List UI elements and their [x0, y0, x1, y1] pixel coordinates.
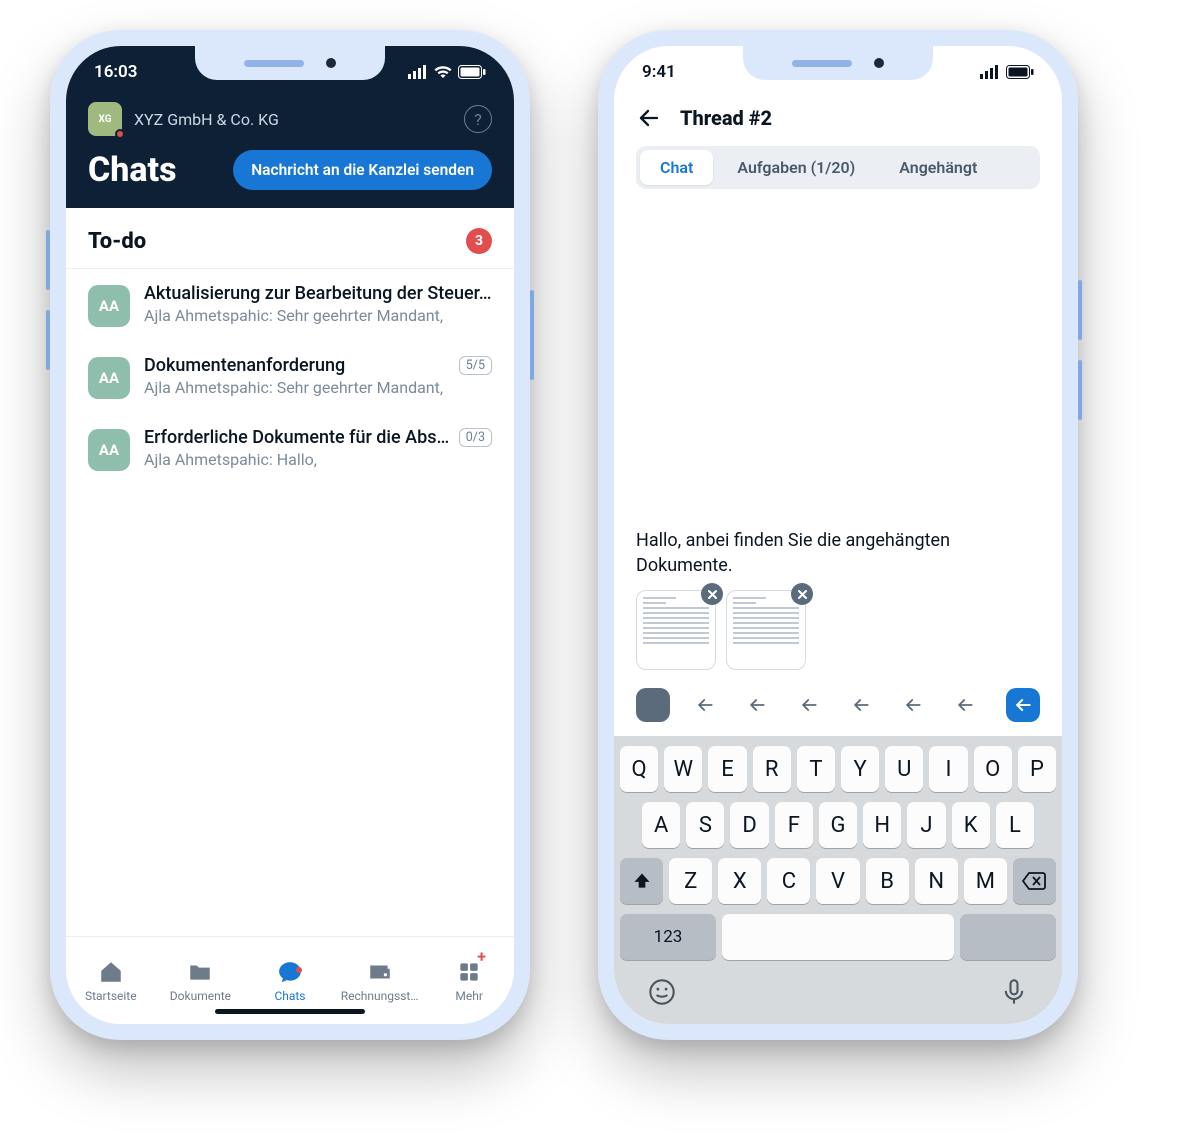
key-shift[interactable] — [620, 858, 663, 904]
wifi-icon — [434, 65, 452, 79]
key-m[interactable]: M — [964, 858, 1007, 904]
segment-control: Chat Aufgaben (1/20) Angehängt — [636, 146, 1040, 189]
chat-row[interactable]: AA Erforderliche Dokumente für die Absc…… — [66, 413, 514, 485]
signal-icon — [980, 65, 1000, 79]
progress-chip: 0/3 — [459, 428, 492, 447]
avatar: AA — [88, 429, 130, 471]
key-i[interactable]: I — [929, 746, 967, 792]
org-avatar[interactable]: XG — [88, 102, 122, 136]
org-name: XYZ GmbH & Co. KG — [134, 110, 452, 129]
key-h[interactable]: H — [863, 802, 901, 848]
key-u[interactable]: U — [885, 746, 923, 792]
key-x[interactable]: X — [718, 858, 761, 904]
microphone-icon — [1000, 978, 1028, 1006]
chat-title: Dokumentenanforderung — [144, 355, 451, 376]
toolbar-button[interactable] — [896, 688, 930, 722]
toolbar-button[interactable] — [688, 688, 722, 722]
key-backspace[interactable] — [1013, 858, 1056, 904]
key-p[interactable]: P — [1018, 746, 1056, 792]
close-icon — [707, 589, 718, 600]
toolbar-button[interactable] — [844, 688, 878, 722]
key-w[interactable]: W — [664, 746, 702, 792]
avatar: AA — [88, 285, 130, 327]
chat-row[interactable]: AA Dokumentenanforderung 5/5 Ajla Ahmets… — [66, 341, 514, 413]
thread-title: Thread #2 — [680, 106, 772, 130]
key-123[interactable]: 123 — [620, 914, 716, 960]
todo-count-badge: 3 — [466, 228, 492, 254]
key-v[interactable]: V — [816, 858, 859, 904]
key-n[interactable]: N — [915, 858, 958, 904]
battery-icon — [458, 65, 486, 79]
toolbar-button[interactable] — [948, 688, 982, 722]
segment-angehangt[interactable]: Angehängt — [879, 150, 997, 185]
tab-mehr[interactable]: + Mehr — [424, 937, 514, 1024]
key-b[interactable]: B — [866, 858, 909, 904]
emoji-button[interactable] — [648, 978, 676, 1010]
progress-chip: 5/5 — [459, 356, 492, 375]
key-y[interactable]: Y — [841, 746, 879, 792]
status-time: 16:03 — [94, 62, 137, 82]
status-time: 9:41 — [642, 62, 676, 82]
remove-attachment-button[interactable] — [791, 583, 813, 605]
attachment-thumb[interactable] — [636, 590, 716, 670]
chat-preview: Ajla Ahmetspahic: Sehr geehrter Mandant, — [144, 306, 492, 325]
chat-preview: Ajla Ahmetspahic: Hallo, — [144, 450, 492, 469]
chat-preview: Ajla Ahmetspahic: Sehr geehrter Mandant, — [144, 378, 492, 397]
chat-row[interactable]: AA Aktualisierung zur Bearbeitung der St… — [66, 269, 514, 341]
folder-icon — [187, 959, 213, 985]
send-message-button[interactable]: Nachricht an die Kanzlei senden — [233, 150, 492, 190]
wallet-icon — [367, 959, 393, 985]
chat-title: Aktualisierung zur Bearbeitung der Steue… — [144, 283, 492, 304]
section-title: To-do — [88, 229, 146, 254]
key-return[interactable] — [960, 914, 1056, 960]
key-d[interactable]: D — [730, 802, 768, 848]
key-o[interactable]: O — [974, 746, 1012, 792]
key-t[interactable]: T — [797, 746, 835, 792]
key-q[interactable]: Q — [620, 746, 658, 792]
home-icon — [98, 959, 124, 985]
key-l[interactable]: L — [996, 802, 1034, 848]
tab-startseite[interactable]: Startseite — [66, 937, 156, 1024]
close-icon — [797, 589, 808, 600]
signal-icon — [408, 65, 428, 79]
emoji-icon — [648, 978, 676, 1006]
key-e[interactable]: E — [708, 746, 746, 792]
shift-icon — [632, 871, 652, 891]
home-indicator — [215, 1009, 365, 1014]
battery-icon — [1006, 65, 1034, 79]
dictation-button[interactable] — [1000, 978, 1028, 1010]
compose-input[interactable]: Hallo, anbei finden Sie die angehängten … — [636, 529, 1040, 578]
section-header-todo: To-do 3 — [66, 208, 514, 269]
key-s[interactable]: S — [686, 802, 724, 848]
segment-aufgaben[interactable]: Aufgaben (1/20) — [717, 150, 875, 185]
backspace-icon — [1022, 871, 1046, 891]
key-c[interactable]: C — [767, 858, 810, 904]
key-g[interactable]: G — [819, 802, 857, 848]
remove-attachment-button[interactable] — [701, 583, 723, 605]
segment-chat[interactable]: Chat — [640, 150, 713, 185]
send-button[interactable] — [1006, 688, 1040, 722]
key-a[interactable]: A — [642, 802, 680, 848]
back-button[interactable] — [636, 106, 662, 130]
key-j[interactable]: J — [907, 802, 945, 848]
key-space[interactable] — [722, 914, 954, 960]
avatar: AA — [88, 357, 130, 399]
status-icons — [408, 65, 486, 79]
arrow-left-icon — [637, 106, 661, 130]
chat-title: Erforderliche Dokumente für die Absc… — [144, 427, 451, 448]
attachment-thumb[interactable] — [726, 590, 806, 670]
toolbar-button[interactable] — [792, 688, 826, 722]
keyboard: Q W E R T Y U I O P A S D F G H J K L — [614, 736, 1062, 1024]
status-icons — [980, 65, 1034, 79]
key-r[interactable]: R — [753, 746, 791, 792]
key-k[interactable]: K — [952, 802, 990, 848]
toolbar-button[interactable] — [740, 688, 774, 722]
page-title: Chats — [88, 150, 177, 190]
key-z[interactable]: Z — [669, 858, 712, 904]
help-button[interactable]: ? — [464, 105, 492, 133]
toolbar-button[interactable] — [636, 688, 670, 722]
key-f[interactable]: F — [775, 802, 813, 848]
